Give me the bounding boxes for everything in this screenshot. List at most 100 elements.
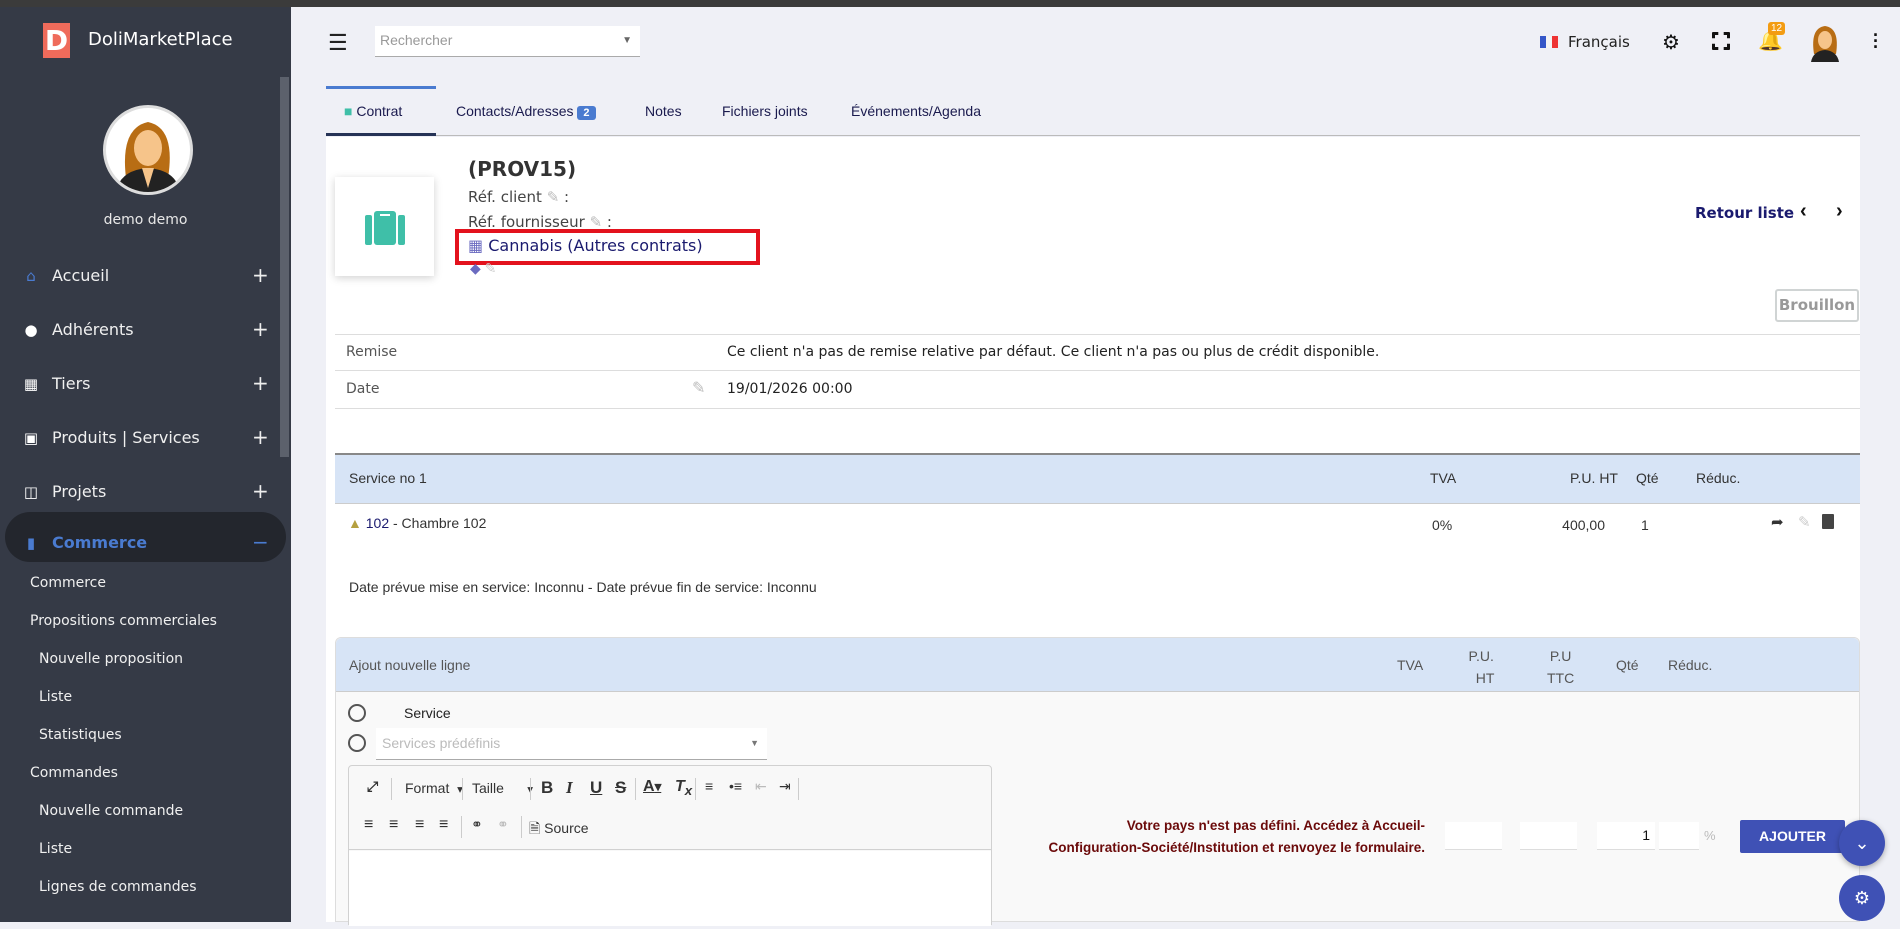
sidebar-item-projets[interactable]: ◫ Projets: [22, 482, 106, 501]
scroll-down-chevron-icon[interactable]: ⌄: [1839, 820, 1885, 866]
remove-format-icon[interactable]: Tx: [675, 778, 692, 798]
expand-icon[interactable]: +: [252, 317, 269, 341]
back-to-list-link[interactable]: Retour liste: [1695, 204, 1794, 222]
outdent-icon[interactable]: ⇤: [755, 778, 767, 795]
align-left-icon[interactable]: ≡: [364, 816, 373, 834]
user-avatar[interactable]: [103, 105, 193, 195]
line-tva: 0%: [1432, 517, 1453, 533]
submenu-item[interactable]: Nouvelle commande: [39, 803, 183, 819]
expand-icon[interactable]: +: [252, 479, 269, 503]
edit-line-pencil-icon[interactable]: ✎: [1798, 513, 1811, 531]
tab-contacts[interactable]: Contacts/Adresses 2: [456, 86, 596, 136]
sidebar-item-accueil[interactable]: ⌂ Accueil: [22, 266, 109, 285]
search-input[interactable]: Rechercher ▼: [375, 26, 640, 57]
line-pu-ht: 400,00: [1562, 517, 1605, 533]
submenu-item[interactable]: Lignes de commandes: [39, 879, 197, 895]
strikethrough-icon[interactable]: S: [615, 778, 626, 798]
add-col-qty: Qté: [1616, 657, 1639, 673]
label: HT: [1475, 670, 1495, 686]
price-ht-input[interactable]: [1520, 822, 1577, 850]
project-icon[interactable]: ◆ ✎: [470, 260, 496, 277]
expand-icon[interactable]: +: [252, 425, 269, 449]
submenu-item[interactable]: Commandes: [30, 765, 118, 781]
service-dates: Date prévue mise en service: Inconnu - D…: [349, 579, 817, 595]
home-icon: ⌂: [26, 266, 36, 285]
sidebar-item-adh-rents[interactable]: ● Adhérents: [22, 320, 133, 339]
numbered-list-icon[interactable]: ≡: [705, 778, 713, 794]
sidebar-item-commerce[interactable]: ▮ Commerce: [22, 533, 147, 552]
service-table-header: [335, 453, 1860, 504]
col-pu-ht: P.U. HT: [1570, 470, 1618, 486]
edit-pencil-icon[interactable]: ✎: [547, 188, 560, 206]
predefined-service-select[interactable]: Services prédéfinis ▼: [376, 728, 767, 760]
service-bell-icon: ▲: [348, 515, 362, 531]
colon: :: [564, 188, 570, 206]
link-icon[interactable]: ⚭: [471, 816, 483, 833]
field-value-remise: Ce client n'a pas de remise relative par…: [727, 344, 1380, 360]
user-avatar-small[interactable]: [1808, 24, 1842, 62]
divider: [335, 370, 1860, 371]
expand-icon[interactable]: +: [252, 371, 269, 395]
editor-body[interactable]: [349, 851, 991, 926]
settings-gear-icon[interactable]: ⚙: [1662, 30, 1680, 55]
submenu-item[interactable]: Propositions commerciales: [30, 613, 217, 629]
floating-settings-gear-icon[interactable]: ⚙: [1839, 875, 1885, 921]
submenu-item[interactable]: Liste: [39, 841, 72, 857]
field-value-date: 19/01/2026 00:00: [727, 381, 853, 397]
french-flag-icon: [1540, 36, 1558, 48]
edit-date-pencil-icon[interactable]: ✎: [692, 378, 705, 398]
collapse-icon[interactable]: −: [252, 530, 269, 554]
source-file-icon: 🗎: [529, 820, 541, 836]
bold-icon[interactable]: B: [541, 778, 553, 798]
indent-icon[interactable]: ⇥: [779, 778, 791, 795]
submenu-item[interactable]: Commerce: [30, 575, 106, 591]
text-color-icon[interactable]: A▾: [643, 778, 661, 796]
underline-icon[interactable]: U: [590, 778, 602, 798]
sidebar-item-label: Commerce: [52, 533, 148, 552]
select-placeholder: Services prédéfinis: [382, 735, 501, 751]
size-dropdown[interactable]: Taille ▾: [472, 780, 533, 796]
previous-arrow-icon[interactable]: ‹: [1800, 200, 1807, 223]
suitcase-icon: [364, 210, 405, 245]
menu-toggle-icon[interactable]: ☰: [328, 30, 348, 56]
italic-icon[interactable]: I: [566, 778, 573, 798]
justify-icon[interactable]: ≡: [439, 816, 448, 834]
edit-pencil-icon[interactable]: ✎: [485, 260, 497, 276]
reduc-input[interactable]: [1659, 822, 1699, 850]
align-center-icon[interactable]: ≡: [389, 816, 398, 834]
radio-free-service[interactable]: [348, 704, 366, 722]
format-dropdown[interactable]: Format ▾: [405, 780, 463, 796]
fullscreen-icon[interactable]: [1712, 32, 1730, 50]
add-button[interactable]: AJOUTER: [1740, 820, 1845, 853]
sidebar-item-tiers[interactable]: ▦ Tiers: [22, 374, 91, 393]
unlink-icon[interactable]: ⚭: [497, 816, 509, 833]
language-selector[interactable]: Français: [1568, 33, 1630, 51]
sidebar-item-produits-services[interactable]: ▣ Produits | Services: [22, 428, 200, 447]
source-button[interactable]: 🗎 Source: [529, 818, 589, 842]
submenu-item[interactable]: Statistiques: [39, 727, 122, 743]
bullet-list-icon[interactable]: •≡: [729, 778, 742, 794]
radio-predefined-service[interactable]: [348, 734, 366, 752]
tab-notes[interactable]: Notes: [645, 86, 682, 136]
tab-contrat[interactable]: ■ Contrat: [326, 86, 436, 136]
delete-trash-icon[interactable]: [1822, 514, 1834, 529]
tva-input[interactable]: [1445, 822, 1502, 850]
submenu-item[interactable]: Nouvelle proposition: [39, 651, 183, 667]
qty-input[interactable]: 1: [1597, 822, 1655, 850]
move-arrow-icon[interactable]: ➦: [1771, 513, 1784, 531]
sidebar-scrollbar[interactable]: [280, 77, 289, 457]
tab-files[interactable]: Fichiers joints: [722, 86, 808, 136]
submenu-item[interactable]: Liste: [39, 689, 72, 705]
sidebar-item-label: Projets: [52, 482, 107, 501]
more-options-icon[interactable]: · · ·: [1873, 26, 1879, 56]
tab-events[interactable]: Événements/Agenda: [851, 86, 981, 136]
app-name[interactable]: DoliMarketPlace: [88, 29, 233, 50]
tab-bar: ■ Contrat Contacts/Adresses 2 Notes Fich…: [326, 86, 1860, 136]
submenu-item-cutoff[interactable]: [39, 919, 89, 929]
tab-label: Contrat: [356, 103, 403, 119]
expand-icon[interactable]: +: [252, 263, 269, 287]
next-arrow-icon[interactable]: ›: [1836, 200, 1843, 223]
service-code-link[interactable]: 102: [366, 515, 389, 531]
align-right-icon[interactable]: ≡: [415, 816, 424, 834]
maximize-icon[interactable]: ⤢: [367, 778, 378, 795]
